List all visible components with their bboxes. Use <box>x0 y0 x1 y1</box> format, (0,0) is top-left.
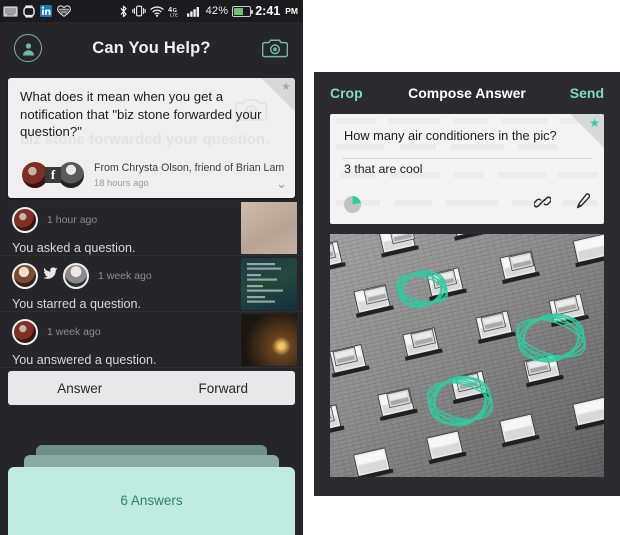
question-card-footer: f From Chrysta Olson, friend of Brian La… <box>20 160 285 190</box>
app-bar: Can You Help? <box>0 22 303 74</box>
answer-card-tool-group <box>533 193 591 215</box>
feed-row-timestamp: 1 week ago <box>98 270 152 282</box>
clock-time: 2:41 <box>255 4 281 18</box>
answer-compose-card: ★ How many air conditioners in the pic? … <box>330 114 604 224</box>
question-meta: From Chrysta Olson, friend of Brian Lam … <box>94 162 284 188</box>
clock-meridiem: PM <box>285 6 298 16</box>
signal-bars-icon <box>186 5 202 17</box>
list-item[interactable]: 1 hour ago You asked a question. <box>0 200 303 256</box>
battery-icon <box>232 5 254 17</box>
question-author: From Chrysta Olson, friend of Brian Lam <box>94 162 285 175</box>
linkedin-icon <box>40 5 52 17</box>
list-item[interactable]: 1 week ago You answered a question. <box>0 312 303 368</box>
status-bar-right-icons: 4 G LTE 42% 2:41 PM <box>119 4 298 18</box>
send-button[interactable]: Send <box>570 85 604 101</box>
answer-question-text: How many air conditioners in the pic? <box>344 128 557 143</box>
list-item[interactable]: 1 week ago You starred a question. <box>0 256 303 312</box>
question-text: What does it mean when you get a notific… <box>20 89 262 140</box>
fitness-heart-icon <box>57 5 71 17</box>
pie-progress-icon <box>344 195 361 213</box>
lte-icon: 4 G LTE <box>168 5 183 17</box>
compose-nav-bar: Crop Compose Answer Send <box>314 72 620 114</box>
forward-button[interactable]: Forward <box>152 381 296 396</box>
right-phone-screen: Crop Compose Answer Send ★ How many air … <box>314 72 620 496</box>
battery-percent-label: 42% <box>205 5 229 17</box>
answer-stack-front[interactable]: 6 Answers <box>8 467 295 535</box>
chevron-down-icon[interactable]: ⌄ <box>276 176 287 192</box>
twitter-bird-icon <box>43 267 58 285</box>
status-bar: 4 G LTE 42% 2:41 PM <box>0 0 303 22</box>
status-bar-left-icons <box>3 4 71 18</box>
answer-input[interactable]: 3 that are cool <box>330 143 604 176</box>
feed-row-timestamp: 1 week ago <box>47 326 101 338</box>
feed-row-thumbnail[interactable] <box>241 258 297 310</box>
bluetooth-icon <box>119 5 128 18</box>
action-bar: Answer Forward <box>8 371 295 405</box>
facebook-icon: f <box>45 167 61 183</box>
camera-icon[interactable] <box>261 35 289 61</box>
avatar[interactable] <box>63 263 89 289</box>
avatar[interactable] <box>12 319 38 345</box>
question-card[interactable]: biz stone forwarded your question. ★ Wha… <box>8 78 295 198</box>
smartwatch-icon <box>23 4 35 18</box>
question-timestamp: 18 hours ago <box>94 176 149 188</box>
avatar[interactable] <box>12 207 38 233</box>
keyboard-icon <box>3 5 18 17</box>
feed-row-thumbnail[interactable] <box>241 314 297 366</box>
left-phone-screen: 4 G LTE 42% 2:41 PM Can You Help? biz st… <box>0 0 303 535</box>
answer-card-toolbar <box>344 193 591 215</box>
screen-divider <box>303 0 314 535</box>
answer-button[interactable]: Answer <box>8 381 152 396</box>
vibrate-icon <box>131 5 146 17</box>
person-circle-icon[interactable] <box>14 34 42 62</box>
feed-row-timestamp: 1 hour ago <box>47 214 98 226</box>
crop-button[interactable]: Crop <box>330 85 363 101</box>
svg-text:LTE: LTE <box>170 12 178 17</box>
annotated-photo[interactable] <box>330 234 604 477</box>
avatar[interactable] <box>12 263 38 289</box>
pen-marker-icon[interactable] <box>575 193 591 215</box>
page-title: Can You Help? <box>92 38 211 57</box>
link-icon[interactable] <box>533 194 552 215</box>
feed-row-thumbnail[interactable] <box>241 202 297 254</box>
answer-stack[interactable]: 6 Answers <box>0 445 303 535</box>
activity-feed: 1 hour ago You asked a question. 1 week … <box>0 200 303 368</box>
screenshot-stage: 4 G LTE 42% 2:41 PM Can You Help? biz st… <box>0 0 620 535</box>
wifi-icon <box>149 5 164 17</box>
